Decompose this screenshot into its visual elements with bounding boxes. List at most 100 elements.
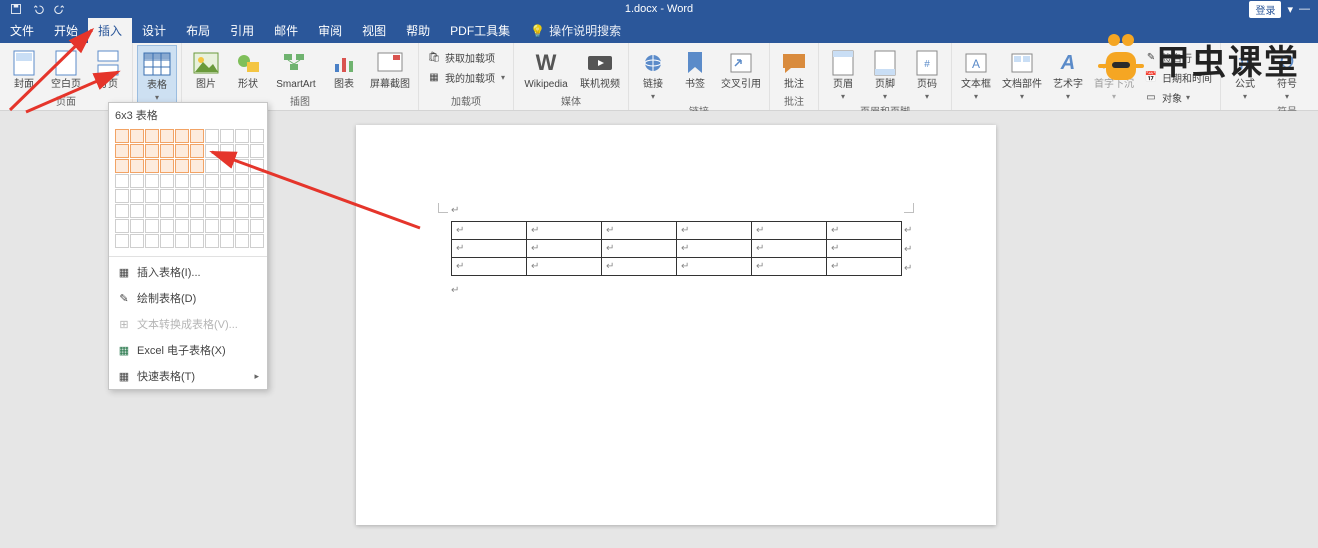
grid-cell[interactable] xyxy=(175,144,189,158)
grid-cell[interactable] xyxy=(220,219,234,233)
grid-cell[interactable] xyxy=(235,129,249,143)
grid-cell[interactable] xyxy=(115,144,129,158)
grid-cell[interactable] xyxy=(130,204,144,218)
online-video-button[interactable]: 联机视频 xyxy=(576,45,624,90)
textbox-button[interactable]: A文本框▾ xyxy=(956,45,996,101)
draw-table-item[interactable]: ✎绘制表格(D) xyxy=(109,285,267,311)
grid-cell[interactable] xyxy=(190,144,204,158)
grid-cell[interactable] xyxy=(190,219,204,233)
ribbon-options-icon[interactable]: ▾ xyxy=(1287,3,1293,16)
tab-file[interactable]: 文件 xyxy=(0,18,44,43)
page[interactable]: ↵ ↵↵↵↵↵↵ ↵↵↵↵↵↵ ↵↵↵↵↵↵ ↵ ↵ ↵ ↵ xyxy=(356,125,996,525)
grid-cell[interactable] xyxy=(115,234,129,248)
grid-cell[interactable] xyxy=(115,219,129,233)
number-button[interactable]: №编号 xyxy=(1309,45,1318,90)
grid-cell[interactable] xyxy=(175,204,189,218)
grid-cell[interactable] xyxy=(115,129,129,143)
grid-cell[interactable] xyxy=(160,129,174,143)
grid-cell[interactable] xyxy=(220,144,234,158)
page-break-button[interactable]: 分页 xyxy=(88,45,128,90)
login-button[interactable]: 登录 xyxy=(1249,1,1281,18)
pictures-button[interactable]: 图片 xyxy=(186,45,226,90)
wikipedia-button[interactable]: WWikipedia xyxy=(518,45,574,90)
grid-cell[interactable] xyxy=(190,174,204,188)
smartart-button[interactable]: SmartArt xyxy=(270,45,322,90)
grid-cell[interactable] xyxy=(205,219,219,233)
grid-cell[interactable] xyxy=(235,189,249,203)
grid-cell[interactable] xyxy=(145,129,159,143)
grid-cell[interactable] xyxy=(250,144,264,158)
grid-cell[interactable] xyxy=(220,204,234,218)
grid-cell[interactable] xyxy=(250,204,264,218)
grid-cell[interactable] xyxy=(115,174,129,188)
grid-cell[interactable] xyxy=(130,234,144,248)
grid-cell[interactable] xyxy=(160,159,174,173)
insert-table-item[interactable]: ▦插入表格(I)... xyxy=(109,259,267,285)
grid-cell[interactable] xyxy=(130,219,144,233)
grid-cell[interactable] xyxy=(175,189,189,203)
inserted-table[interactable]: ↵↵↵↵↵↵ ↵↵↵↵↵↵ ↵↵↵↵↵↵ xyxy=(451,221,902,276)
screenshot-button[interactable]: 屏幕截图 xyxy=(366,45,414,90)
grid-cell[interactable] xyxy=(235,159,249,173)
object-button[interactable]: ▭对象▾ xyxy=(1140,88,1216,107)
tab-home[interactable]: 开始 xyxy=(44,18,88,43)
grid-cell[interactable] xyxy=(235,234,249,248)
grid-cell[interactable] xyxy=(205,189,219,203)
tab-design[interactable]: 设计 xyxy=(132,18,176,43)
grid-cell[interactable] xyxy=(145,144,159,158)
grid-cell[interactable] xyxy=(250,189,264,203)
page-number-button[interactable]: #页码▾ xyxy=(907,45,947,101)
tab-layout[interactable]: 布局 xyxy=(176,18,220,43)
grid-cell[interactable] xyxy=(115,159,129,173)
header-button[interactable]: 页眉▾ xyxy=(823,45,863,101)
grid-cell[interactable] xyxy=(205,144,219,158)
grid-cell[interactable] xyxy=(205,234,219,248)
chart-button[interactable]: 图表 xyxy=(324,45,364,90)
bookmark-button[interactable]: 书签 xyxy=(675,45,715,90)
tab-insert[interactable]: 插入 xyxy=(88,18,132,43)
shapes-button[interactable]: 形状 xyxy=(228,45,268,90)
tab-pdf-tools[interactable]: PDF工具集 xyxy=(440,18,520,43)
blank-page-button[interactable]: 空白页 xyxy=(46,45,86,90)
grid-cell[interactable] xyxy=(115,189,129,203)
grid-cell[interactable] xyxy=(160,204,174,218)
grid-cell[interactable] xyxy=(145,219,159,233)
grid-cell[interactable] xyxy=(205,159,219,173)
quick-parts-button[interactable]: 文档部件▾ xyxy=(998,45,1046,101)
grid-cell[interactable] xyxy=(175,219,189,233)
crossref-button[interactable]: 交叉引用 xyxy=(717,45,765,90)
get-addins-button[interactable]: 🛍获取加载项 xyxy=(423,48,509,67)
grid-cell[interactable] xyxy=(145,174,159,188)
grid-cell[interactable] xyxy=(175,174,189,188)
grid-cell[interactable] xyxy=(190,234,204,248)
grid-cell[interactable] xyxy=(145,234,159,248)
grid-cell[interactable] xyxy=(145,159,159,173)
grid-cell[interactable] xyxy=(205,204,219,218)
grid-cell[interactable] xyxy=(130,144,144,158)
grid-cell[interactable] xyxy=(250,129,264,143)
tell-me-search[interactable]: 💡 操作说明搜索 xyxy=(520,18,621,43)
footer-button[interactable]: 页脚▾ xyxy=(865,45,905,101)
grid-cell[interactable] xyxy=(130,159,144,173)
grid-cell[interactable] xyxy=(235,174,249,188)
grid-cell[interactable] xyxy=(250,174,264,188)
wordart-button[interactable]: A艺术字▾ xyxy=(1048,45,1088,101)
excel-spreadsheet-item[interactable]: ▦Excel 电子表格(X) xyxy=(109,337,267,363)
grid-cell[interactable] xyxy=(160,144,174,158)
undo-icon[interactable] xyxy=(32,3,44,15)
minimize-icon[interactable]: — xyxy=(1299,3,1310,15)
table-size-grid[interactable] xyxy=(109,127,267,254)
grid-cell[interactable] xyxy=(205,174,219,188)
tab-mailings[interactable]: 邮件 xyxy=(264,18,308,43)
tab-view[interactable]: 视图 xyxy=(352,18,396,43)
grid-cell[interactable] xyxy=(190,189,204,203)
grid-cell[interactable] xyxy=(250,159,264,173)
quick-tables-item[interactable]: ▦快速表格(T)▸ xyxy=(109,363,267,389)
redo-icon[interactable] xyxy=(54,3,66,15)
grid-cell[interactable] xyxy=(175,234,189,248)
grid-cell[interactable] xyxy=(145,189,159,203)
grid-cell[interactable] xyxy=(250,234,264,248)
grid-cell[interactable] xyxy=(190,204,204,218)
grid-cell[interactable] xyxy=(205,129,219,143)
grid-cell[interactable] xyxy=(145,204,159,218)
